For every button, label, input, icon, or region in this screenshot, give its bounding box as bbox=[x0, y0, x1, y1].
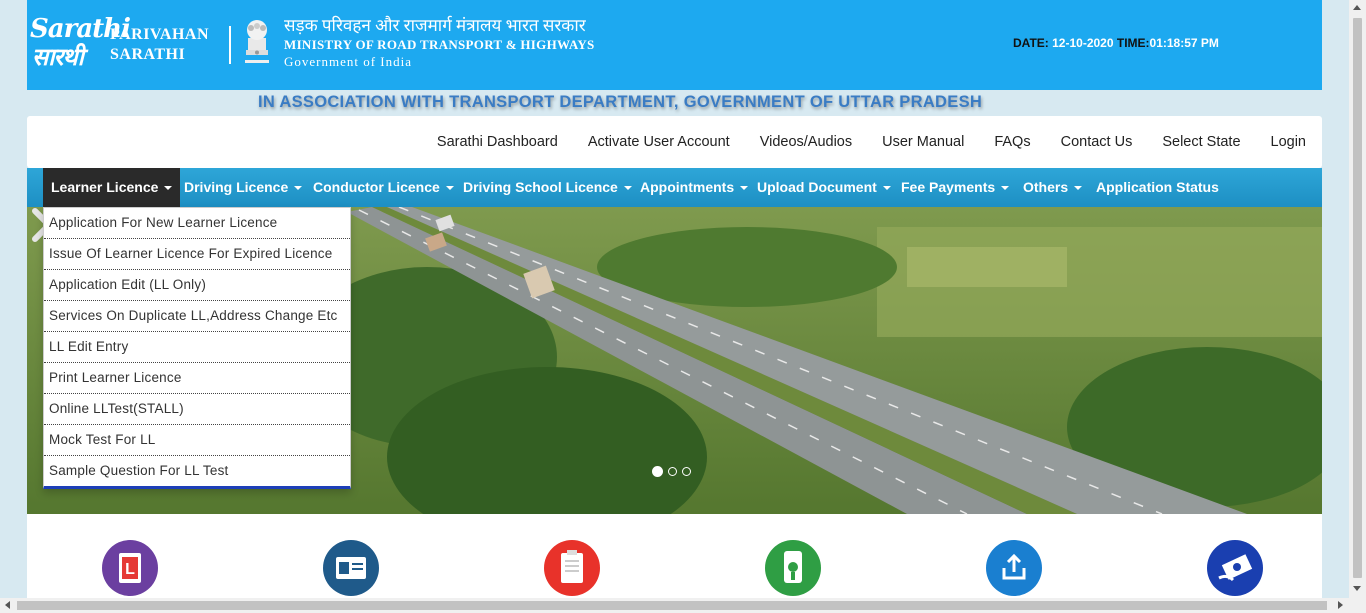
nav-login[interactable]: Login bbox=[1271, 134, 1306, 150]
dropdown-item-ll-edit-entry[interactable]: LL Edit Entry bbox=[44, 332, 350, 363]
menu-application-status[interactable]: Application Status bbox=[1096, 168, 1219, 207]
dropdown-item-mock-test[interactable]: Mock Test For LL bbox=[44, 425, 350, 456]
government-label: Government of India bbox=[284, 54, 413, 69]
nav-contact-us[interactable]: Contact Us bbox=[1061, 134, 1133, 150]
nav-activate-user-account[interactable]: Activate User Account bbox=[588, 134, 730, 150]
dropdown-item-duplicate-ll[interactable]: Services On Duplicate LL,Address Change … bbox=[44, 301, 350, 332]
nav-user-manual[interactable]: User Manual bbox=[882, 134, 964, 150]
date-label: DATE: bbox=[1013, 36, 1049, 50]
svg-text:L: L bbox=[125, 561, 135, 578]
learner-licence-dropdown: Application For New Learner Licence Issu… bbox=[43, 207, 351, 489]
caret-down-icon bbox=[1074, 186, 1083, 191]
brand-line-1: PARIVAHAN bbox=[110, 26, 210, 43]
horizontal-scrollbar[interactable] bbox=[0, 598, 1366, 613]
menu-driving-licence[interactable]: Driving Licence bbox=[184, 168, 303, 207]
dropdown-item-online-lltest[interactable]: Online LLTest(STALL) bbox=[44, 394, 350, 425]
carousel-indicators bbox=[652, 466, 691, 477]
caret-down-icon bbox=[740, 186, 749, 191]
vertical-scroll-thumb[interactable] bbox=[1353, 18, 1362, 578]
association-banner: IN ASSOCIATION WITH TRANSPORT DEPARTMENT… bbox=[258, 93, 983, 111]
scroll-up-icon[interactable] bbox=[1353, 5, 1361, 10]
dropdown-item-sample-question[interactable]: Sample Question For LL Test bbox=[44, 456, 350, 486]
menu-appointments[interactable]: Appointments bbox=[640, 168, 749, 207]
menu-others[interactable]: Others bbox=[1023, 168, 1083, 207]
caret-down-icon bbox=[294, 186, 303, 191]
ministry-english: MINISTRY OF ROAD TRANSPORT & HIGHWAYS bbox=[284, 37, 595, 52]
date-time: DATE: 12-10-2020 TIME:01:18:57 PM bbox=[1013, 36, 1219, 50]
menu-label: Driving Licence bbox=[184, 179, 289, 195]
nav-faqs[interactable]: FAQs bbox=[994, 134, 1030, 150]
site-header: Sarathi सारथी PARIVAHAN SARATHI सड़क परि… bbox=[27, 0, 1322, 90]
nav-select-state[interactable]: Select State bbox=[1162, 134, 1240, 150]
nav-videos-audios[interactable]: Videos/Audios bbox=[760, 134, 852, 150]
ministry-hindi: सड़क परिवहन और राजमार्ग मंत्रालय भारत सर… bbox=[284, 16, 586, 35]
dropdown-item-print-ll[interactable]: Print Learner Licence bbox=[44, 363, 350, 394]
mobile-payment-icon[interactable] bbox=[765, 540, 821, 596]
menu-fee-payments[interactable]: Fee Payments bbox=[901, 168, 1010, 207]
menu-label: Conductor Licence bbox=[313, 179, 440, 195]
menu-learner-licence[interactable]: Learner Licence bbox=[43, 168, 181, 207]
logo-text-hindi: सारथी bbox=[32, 42, 84, 71]
services-section: L bbox=[27, 514, 1322, 599]
caret-down-icon bbox=[623, 186, 632, 191]
id-card-icon[interactable] bbox=[323, 540, 379, 596]
national-emblem-icon bbox=[245, 20, 269, 63]
menu-upload-document[interactable]: Upload Document bbox=[757, 168, 891, 207]
time-label: TIME: bbox=[1116, 36, 1150, 50]
header-divider bbox=[229, 26, 231, 64]
menu-driving-school-licence[interactable]: Driving School Licence bbox=[463, 168, 632, 207]
menu-label: Fee Payments bbox=[901, 179, 996, 195]
caret-down-icon bbox=[445, 186, 454, 191]
menu-conductor-licence[interactable]: Conductor Licence bbox=[313, 168, 454, 207]
top-navigation: Sarathi Dashboard Activate User Account … bbox=[27, 116, 1322, 168]
menu-label: Learner Licence bbox=[51, 179, 159, 195]
menu-label: Driving School Licence bbox=[463, 179, 618, 195]
ministry-block: सड़क परिवहन और राजमार्ग मंत्रालय भारत सर… bbox=[284, 16, 595, 71]
horizontal-scroll-thumb[interactable] bbox=[17, 601, 1327, 610]
menu-label: Others bbox=[1023, 179, 1069, 195]
learner-licence-icon[interactable]: L bbox=[102, 540, 158, 596]
dropdown-item-application-edit[interactable]: Application Edit (LL Only) bbox=[44, 270, 350, 301]
brand-name: PARIVAHAN SARATHI bbox=[110, 25, 209, 65]
dropdown-item-expired-licence[interactable]: Issue Of Learner Licence For Expired Lic… bbox=[44, 239, 350, 270]
dropdown-item-new-learner-licence[interactable]: Application For New Learner Licence bbox=[44, 208, 350, 239]
sarathi-logo[interactable]: Sarathi सारथी bbox=[30, 14, 131, 71]
menu-label: Application Status bbox=[1096, 179, 1219, 195]
brand-line-2: SARATHI bbox=[110, 46, 186, 63]
menu-label: Appointments bbox=[640, 179, 735, 195]
main-menu: Learner Licence Driving Licence Conducto… bbox=[27, 168, 1322, 207]
scroll-left-icon[interactable] bbox=[5, 601, 10, 609]
time-value: 01:18:57 PM bbox=[1149, 36, 1219, 50]
caret-down-icon bbox=[164, 186, 173, 191]
clipboard-icon[interactable] bbox=[544, 540, 600, 596]
scroll-down-icon[interactable] bbox=[1353, 586, 1361, 591]
nav-sarathi-dashboard[interactable]: Sarathi Dashboard bbox=[437, 134, 558, 150]
caret-down-icon bbox=[1001, 186, 1010, 191]
carousel-dot-2[interactable] bbox=[668, 467, 677, 476]
date-value: 12-10-2020 bbox=[1052, 36, 1114, 50]
carousel-dot-3[interactable] bbox=[682, 467, 691, 476]
menu-label: Upload Document bbox=[757, 179, 877, 195]
vertical-scrollbar[interactable] bbox=[1349, 0, 1366, 598]
scroll-right-icon[interactable] bbox=[1338, 601, 1343, 609]
upload-icon[interactable] bbox=[986, 540, 1042, 596]
carousel-dot-1[interactable] bbox=[652, 466, 663, 477]
fee-payment-icon[interactable] bbox=[1207, 540, 1263, 596]
caret-down-icon bbox=[882, 186, 891, 191]
